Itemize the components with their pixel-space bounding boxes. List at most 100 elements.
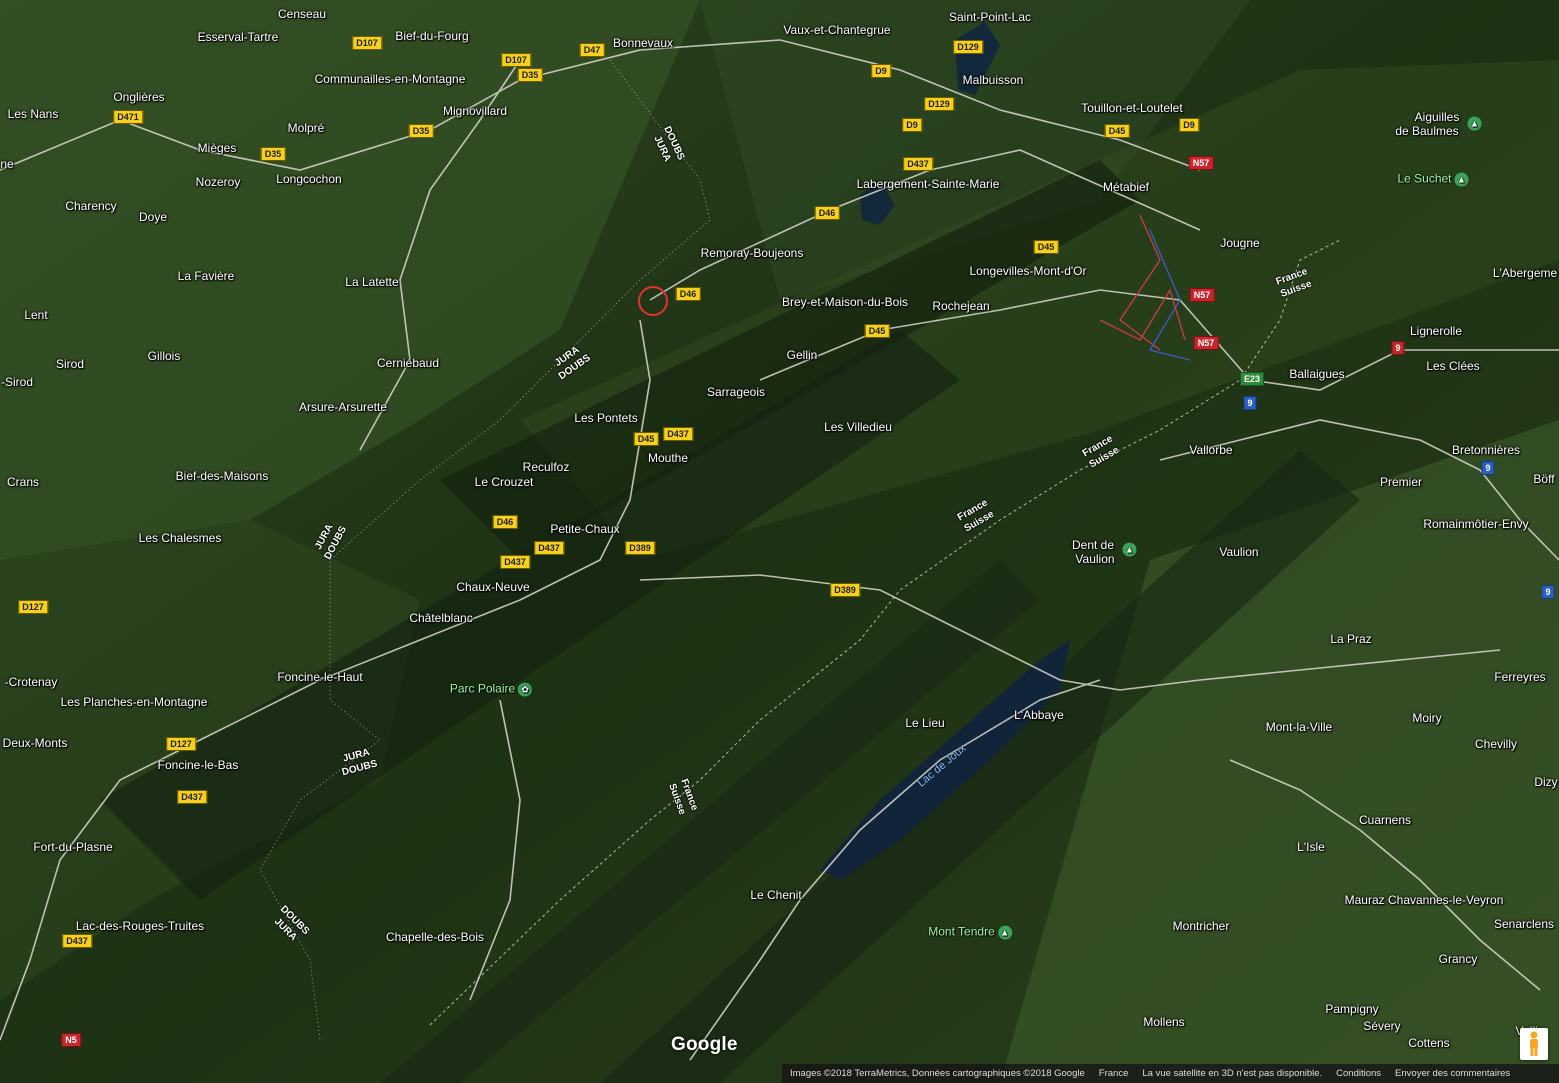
place-label: Censeau bbox=[277, 7, 327, 21]
road-shield: N57 bbox=[1193, 336, 1219, 350]
road-shield: D9 bbox=[871, 64, 891, 78]
place-label: Vaulion bbox=[1075, 552, 1115, 566]
road-shield: 9 bbox=[1243, 396, 1257, 410]
place-label: La Praz bbox=[1330, 632, 1372, 646]
place-label: La Latette bbox=[345, 275, 399, 289]
road-shield: 9 bbox=[1541, 585, 1555, 599]
road-shield: D127 bbox=[166, 737, 196, 751]
road-shield: D35 bbox=[408, 124, 434, 138]
place-label: Fort-du-Plasne bbox=[33, 840, 113, 854]
place-label: Aiguilles bbox=[1414, 110, 1460, 124]
place-label: Foncine-le-Haut bbox=[277, 670, 363, 684]
place-label: Jougne bbox=[1220, 236, 1260, 250]
poi-label: Mont Tendre bbox=[928, 924, 995, 939]
poi-marker[interactable]: Mont Tendre ▲ bbox=[928, 925, 1012, 940]
place-label: Böff bbox=[1533, 472, 1555, 486]
place-label: Arsure-Arsurette bbox=[298, 400, 388, 414]
feedback-link[interactable]: Envoyer des commentaires bbox=[1395, 1068, 1510, 1079]
place-label: Les Planches-en-Montagne bbox=[60, 695, 208, 709]
place-label: Les Villedieu bbox=[824, 420, 892, 434]
road-shield: D45 bbox=[1033, 240, 1059, 254]
road-shield: D45 bbox=[864, 324, 890, 338]
place-label: Mauraz Chavannes-le-Veyron bbox=[1344, 893, 1504, 907]
place-label: Gillois bbox=[147, 349, 181, 363]
pegman-icon bbox=[1530, 1031, 1538, 1056]
place-label: Rochejean bbox=[932, 299, 990, 313]
map-footer: Images ©2018 TerraMetrics, Données carto… bbox=[782, 1064, 1559, 1083]
road-shield: 9 bbox=[1481, 461, 1495, 475]
road-shield: N5 bbox=[61, 1033, 81, 1047]
place-label: Pampigny bbox=[1325, 1002, 1379, 1016]
place-label: Remoray-Boujeons bbox=[700, 246, 804, 260]
road-shield: D437 bbox=[903, 157, 933, 171]
road-shield: D47 bbox=[579, 43, 605, 57]
attribution-text: Images ©2018 TerraMetrics, Données carto… bbox=[790, 1068, 1085, 1079]
place-label: Les Clées bbox=[1426, 359, 1480, 373]
street-view-button[interactable] bbox=[1520, 1028, 1548, 1060]
country-link[interactable]: France bbox=[1099, 1068, 1129, 1079]
place-label: Montricher bbox=[1172, 919, 1230, 933]
place-label: Les Chalesmes bbox=[138, 531, 222, 545]
place-label: Le Chenit bbox=[750, 888, 802, 902]
place-label: de Baulmes bbox=[1395, 124, 1459, 138]
poi-marker[interactable]: ▲ bbox=[1120, 542, 1137, 557]
road-shield: 9 bbox=[1391, 341, 1405, 355]
google-logo: Google bbox=[671, 1034, 738, 1055]
road-shield: D127 bbox=[18, 600, 48, 614]
satellite-terrain[interactable] bbox=[0, 0, 1559, 1083]
satellite-map[interactable]: Censeau Bief-du-Fourg Esserval-Tartre Bonne… bbox=[0, 0, 1559, 1083]
place-label: Communailles-en-Montagne bbox=[314, 72, 466, 86]
poi-marker[interactable]: Le Suchet ▲ bbox=[1397, 171, 1469, 187]
road-shield: D471 bbox=[113, 110, 143, 124]
poi-label: Parc Polaire bbox=[449, 681, 516, 696]
place-label: Dent de bbox=[1071, 538, 1115, 552]
place-label: L'Abergeme bbox=[1492, 266, 1558, 280]
mountain-peak-icon: ▲ bbox=[997, 925, 1012, 940]
place-label: Bief-des-Maisons bbox=[175, 469, 269, 483]
place-label: Bretonnières bbox=[1451, 443, 1521, 457]
road-shield: D437 bbox=[62, 934, 92, 948]
place-label: La Favière bbox=[177, 269, 235, 283]
place-label: -Sirod bbox=[0, 375, 34, 389]
place-label: Reculfoz bbox=[522, 460, 570, 474]
place-label: -Crotenay bbox=[4, 675, 58, 689]
poi-label: Le Suchet bbox=[1397, 171, 1452, 186]
place-label: Cerniébaud bbox=[376, 356, 440, 370]
road-shield: D437 bbox=[534, 541, 564, 555]
mountain-peak-icon: ▲ bbox=[1122, 542, 1137, 557]
place-label: Sarrageois bbox=[706, 385, 766, 399]
poi-marker[interactable]: Parc Polaire ✿ bbox=[449, 681, 533, 697]
place-label: Lignerolle bbox=[1409, 324, 1463, 338]
location-marker[interactable] bbox=[638, 286, 668, 316]
place-label: Sirod bbox=[55, 357, 85, 371]
place-label: Bief-du-Fourg bbox=[395, 29, 469, 43]
place-label: Mouthe bbox=[647, 451, 689, 465]
mountain-peak-icon: ▲ bbox=[1454, 172, 1469, 187]
place-label: Sévery bbox=[1363, 1019, 1401, 1033]
place-label: Mollens bbox=[1143, 1015, 1185, 1029]
place-label: Les Nans bbox=[7, 107, 59, 121]
place-label: Ferreyres bbox=[1494, 670, 1546, 684]
road-shield: D437 bbox=[500, 555, 530, 569]
place-label: Romainmôtier-Envy bbox=[1423, 517, 1529, 531]
road-shield: D129 bbox=[924, 97, 954, 111]
terms-link[interactable]: Conditions bbox=[1336, 1068, 1381, 1079]
place-label: Ballaigues bbox=[1289, 367, 1345, 381]
no-3d-notice: La vue satellite en 3D n'est pas disponi… bbox=[1142, 1068, 1323, 1079]
poi-marker[interactable]: ▲ bbox=[1465, 116, 1482, 131]
road-shield: D389 bbox=[625, 541, 655, 555]
place-label: Mont-la-Ville bbox=[1265, 720, 1333, 734]
place-label: Vaulion bbox=[1219, 545, 1259, 559]
place-label: Brey-et-Maison-du-Bois bbox=[781, 295, 909, 309]
road-shield: D107 bbox=[501, 53, 531, 67]
road-shield: D129 bbox=[953, 40, 983, 54]
place-label: Lac-des-Rouges-Truites bbox=[75, 919, 205, 933]
road-shield: D437 bbox=[177, 790, 207, 804]
road-shield: D437 bbox=[663, 427, 693, 441]
place-label: L'Isle bbox=[1297, 840, 1325, 854]
place-label: Senarclens bbox=[1493, 917, 1555, 931]
place-label: Cuarnens bbox=[1358, 813, 1412, 827]
road-shield: E23 bbox=[1239, 372, 1265, 386]
place-label: Les Pontets bbox=[574, 411, 638, 425]
place-label: Longcochon bbox=[276, 172, 342, 186]
